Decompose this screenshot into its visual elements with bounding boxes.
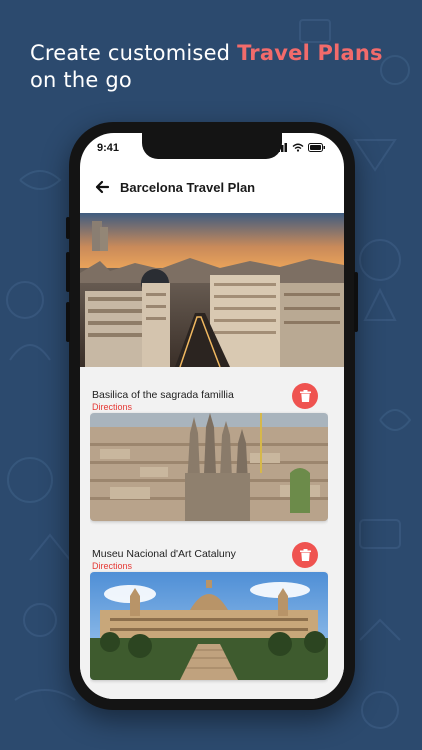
arrow-left-icon[interactable] — [94, 179, 110, 195]
city-hero-image — [80, 213, 344, 367]
delete-button[interactable] — [292, 542, 318, 568]
headline-prefix: Create customised — [30, 41, 238, 65]
headline: Create customised Travel Plans on the go — [30, 40, 410, 94]
sagrada-familia-image — [90, 413, 328, 521]
delete-button[interactable] — [292, 383, 318, 409]
phone-mute-button — [66, 217, 70, 239]
battery-icon — [308, 143, 325, 152]
trash-icon — [299, 390, 311, 402]
wifi-icon — [292, 143, 304, 152]
museu-nacional-image — [90, 572, 328, 680]
places-list: Basilica of the sagrada famillia Directi… — [80, 367, 344, 699]
place-card[interactable]: Museu Nacional d'Art Cataluny Directions — [90, 542, 328, 687]
phone-screen: 9:41 Barcelona Travel Plan Basilica of t… — [80, 133, 344, 699]
place-card[interactable]: Basilica of the sagrada famillia Directi… — [90, 383, 328, 528]
phone-volume-up-button — [66, 252, 70, 292]
phone-notch — [142, 133, 282, 159]
phone-volume-down-button — [66, 302, 70, 342]
phone-power-button — [354, 272, 358, 332]
headline-accent: Travel Plans — [237, 41, 383, 65]
trash-icon — [299, 549, 311, 561]
phone-frame: 9:41 Barcelona Travel Plan Basilica of t… — [66, 122, 358, 710]
place-name: Museu Nacional d'Art Cataluny — [92, 548, 236, 560]
directions-link[interactable]: Directions — [92, 402, 132, 412]
place-name: Basilica of the sagrada famillia — [92, 389, 234, 401]
headline-line2: on the go — [30, 68, 132, 92]
directions-link[interactable]: Directions — [92, 561, 132, 571]
page-title: Barcelona Travel Plan — [120, 179, 256, 195]
status-time: 9:41 — [97, 142, 120, 154]
app-header: Barcelona Travel Plan — [80, 167, 344, 207]
